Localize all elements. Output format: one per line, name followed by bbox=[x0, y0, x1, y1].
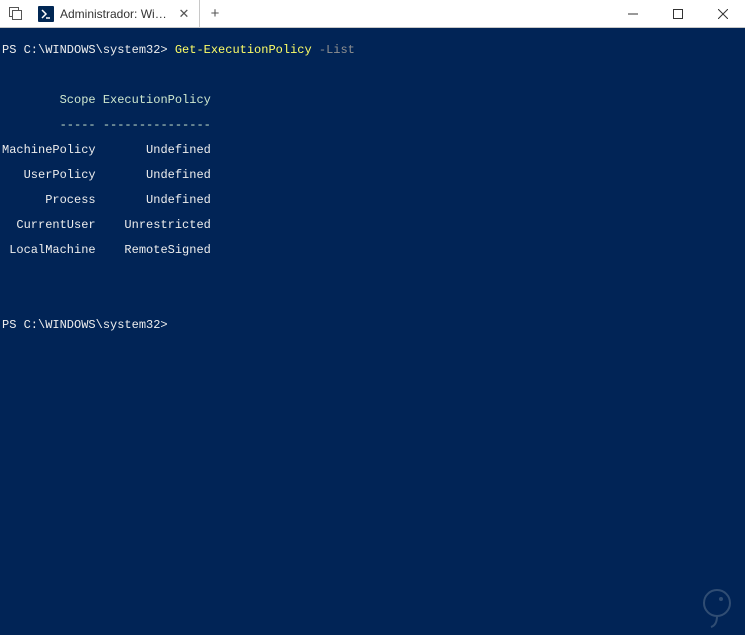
table-row: LocalMachine RemoteSigned bbox=[2, 244, 743, 257]
titlebar: Administrador: Window ✕ + bbox=[0, 0, 745, 28]
close-window-button[interactable] bbox=[700, 0, 745, 27]
blank-line bbox=[2, 269, 743, 282]
col-scope: Scope bbox=[2, 93, 96, 107]
terminal-output[interactable]: PS C:\WINDOWS\system32> Get-ExecutionPol… bbox=[0, 28, 745, 635]
powershell-icon bbox=[38, 6, 54, 22]
blank-line bbox=[2, 294, 743, 307]
col-policy-div: --------------- bbox=[103, 118, 211, 132]
tab-actions-button[interactable] bbox=[0, 0, 30, 27]
titlebar-drag-region[interactable] bbox=[230, 0, 610, 27]
cell-scope: UserPolicy bbox=[2, 168, 96, 182]
minimize-button[interactable] bbox=[610, 0, 655, 27]
blank-line bbox=[2, 69, 743, 82]
cell-scope: CurrentUser bbox=[2, 218, 96, 232]
col-policy: ExecutionPolicy bbox=[103, 93, 211, 107]
cell-policy: Undefined bbox=[103, 193, 211, 207]
cell-scope: Process bbox=[2, 193, 96, 207]
cell-policy: RemoteSigned bbox=[103, 243, 211, 257]
prompt: PS C:\WINDOWS\system32> bbox=[2, 43, 168, 57]
tab-title: Administrador: Window bbox=[60, 7, 171, 21]
table-row: MachinePolicy Undefined bbox=[2, 144, 743, 157]
window-controls bbox=[610, 0, 745, 27]
cell-scope: MachinePolicy bbox=[2, 143, 96, 157]
close-tab-button[interactable]: ✕ bbox=[177, 7, 191, 20]
watermark-icon bbox=[695, 585, 739, 629]
table-row: Process Undefined bbox=[2, 194, 743, 207]
table-row: CurrentUser Unrestricted bbox=[2, 219, 743, 232]
cell-policy: Undefined bbox=[103, 143, 211, 157]
table-divider: ----- --------------- bbox=[2, 119, 743, 132]
new-tab-button[interactable]: + bbox=[200, 0, 230, 27]
table-header: Scope ExecutionPolicy bbox=[2, 94, 743, 107]
col-scope-div: ----- bbox=[2, 118, 96, 132]
cell-policy: Undefined bbox=[103, 168, 211, 182]
prompt-line: PS C:\WINDOWS\system32> bbox=[2, 319, 743, 332]
tab-powershell[interactable]: Administrador: Window ✕ bbox=[30, 0, 200, 27]
cell-scope: LocalMachine bbox=[2, 243, 96, 257]
prompt: PS C:\WINDOWS\system32> bbox=[2, 318, 168, 332]
prompt-line: PS C:\WINDOWS\system32> Get-ExecutionPol… bbox=[2, 44, 743, 57]
cell-policy: Unrestricted bbox=[103, 218, 211, 232]
table-row: UserPolicy Undefined bbox=[2, 169, 743, 182]
maximize-button[interactable] bbox=[655, 0, 700, 27]
command-argument: -List bbox=[319, 43, 355, 57]
command: Get-ExecutionPolicy bbox=[175, 43, 312, 57]
